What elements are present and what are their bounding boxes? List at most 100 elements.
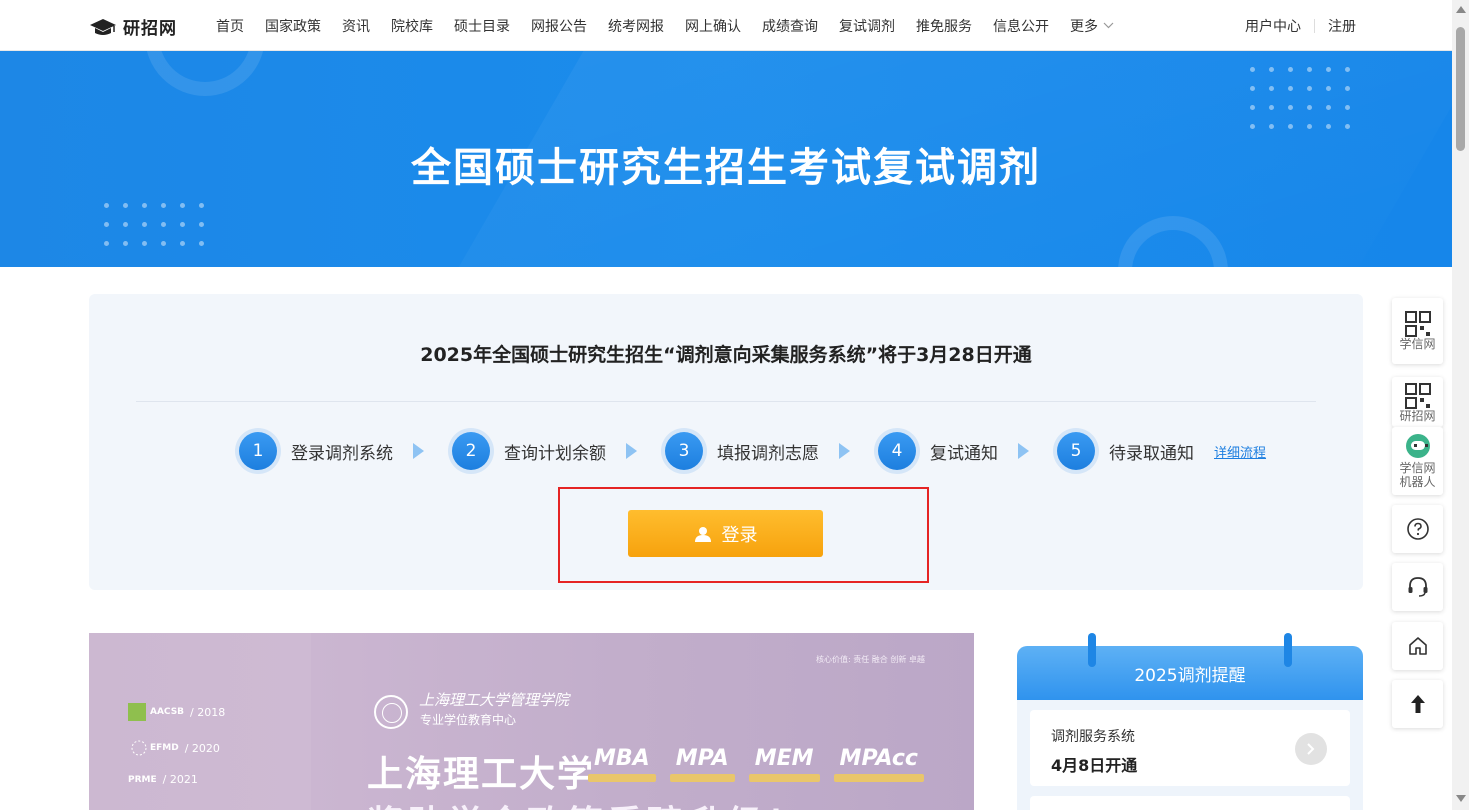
robot-icon [1405,433,1430,458]
adjustment-reminder-panel: 2025调剂提醒 调剂服务系统 4月8日开通 [1017,633,1363,810]
user-links: 用户中心 注册 [1245,0,1356,51]
pin-decoration [1088,633,1096,667]
step-label: 待录取通知 [1109,443,1194,464]
detailed-process-link[interactable]: 详细流程 [1214,442,1266,461]
school-ad-banner[interactable]: AACSB / 2018 EFMD / 2020 PRME / 2021 上海理… [89,633,974,810]
ad-programs: MBA MPA MEM MPAcc [588,746,944,782]
program-label: MPA [669,746,735,782]
program-label: MEM [748,746,820,782]
accreditation-item: PRME / 2021 [128,773,198,786]
step-number: 3 [665,432,703,470]
divider [136,401,1316,402]
help-button[interactable] [1392,505,1443,553]
user-center-link[interactable]: 用户中心 [1245,16,1301,36]
scrollbar-thumb[interactable] [1456,27,1465,151]
dot-pattern [104,203,204,246]
nav-item-recommendation[interactable]: 推免服务 [916,16,972,36]
pin-decoration [1284,633,1292,667]
reminder-title: 2025调剂提醒 [1134,665,1246,686]
ad-subline: 奖助学金政策重磅升级！ [367,795,807,810]
ad-left-panel [89,633,311,810]
arrow-right-icon [839,443,850,459]
university-seal-logo [374,695,408,729]
accreditation-item: EFMD / 2020 [128,739,220,757]
reminder-body: 调剂服务系统 4月8日开通 [1017,700,1363,810]
notice-card: 2025年全国硕士研究生招生“调剂意向采集服务系统”将于3月28日开通 1 登录… [89,294,1363,590]
reminder-item-title: 调剂服务系统 [1051,729,1135,745]
step-item: 5 待录取通知 [1053,428,1194,474]
login-button[interactable]: 登录 [628,510,823,557]
step-item: 1 登录调剂系统 [235,428,393,474]
customer-service-button[interactable] [1392,563,1443,611]
graduation-cap-icon [90,18,116,35]
step-label: 登录调剂系统 [291,443,393,464]
arrow-right-icon [1018,443,1029,459]
divider [1314,18,1315,33]
step-item: 4 复试通知 [874,428,998,474]
top-nav: 研招网 首页 国家政策 资讯 院校库 硕士目录 网报公告 统考网报 网上确认 成… [0,0,1452,51]
xuexin-label: 学信网 [1399,337,1436,351]
reminder-header: 2025调剂提醒 [1017,646,1363,700]
logo-text: 研招网 [123,19,177,39]
nav-more-dropdown[interactable]: 更多 [1070,16,1114,36]
nav-item-catalog[interactable]: 硕士目录 [454,16,510,36]
nav-item-online-confirmation[interactable]: 网上确认 [685,16,741,36]
site-logo[interactable]: 研招网 [89,14,177,39]
nav-more-label: 更多 [1070,18,1098,35]
nav-item-news[interactable]: 资讯 [342,16,370,36]
efmd-logo [131,740,147,756]
yanzhao-qr-button[interactable]: 研招网 [1392,377,1443,427]
accreditation-item: AACSB / 2018 [128,703,225,721]
banner-title: 全国硕士研究生招生考试复试调剂 [411,145,1041,191]
program-label: MPAcc [833,746,925,782]
chevron-down-icon [1103,22,1114,29]
nav-item-online-registration[interactable]: 统考网报 [608,16,664,36]
nav-item-disclosure[interactable]: 信息公开 [993,16,1049,36]
home-button[interactable] [1392,622,1443,670]
nav-item-adjustment[interactable]: 复试调剂 [839,16,895,36]
hero-banner: 全国硕士研究生招生考试复试调剂 [0,51,1452,267]
robot-button[interactable]: 学信网 机器人 [1392,427,1443,495]
ad-motto: 核心价值: 责任 融合 创新 卓越 [816,655,925,664]
qr-code-icon [1404,311,1431,337]
robot-label-line2: 机器人 [1399,474,1436,489]
nav-item-policy[interactable]: 国家政策 [265,16,321,36]
banner-decoration [145,51,265,96]
step-label: 查询计划余额 [504,443,606,464]
step-label: 复试通知 [930,443,998,464]
nav-item-announcements[interactable]: 网报公告 [531,16,587,36]
chevron-right-icon[interactable] [1295,733,1327,765]
aacsb-logo [128,703,146,721]
home-icon [1408,637,1427,655]
main-menu: 首页 国家政策 资讯 院校库 硕士目录 网报公告 统考网报 网上确认 成绩查询 … [216,0,1135,51]
nav-item-schools[interactable]: 院校库 [391,16,433,36]
back-to-top-button[interactable] [1392,680,1443,728]
step-number: 1 [239,432,277,470]
scroll-up-arrow-icon[interactable] [1456,6,1466,13]
step-number: 5 [1057,432,1095,470]
dot-pattern [1250,67,1350,129]
ad-center-name: 专业学位教育中心 [420,713,517,727]
question-icon [1406,518,1429,540]
arrow-up-icon [1410,695,1425,713]
reminder-item-date: 4月8日开通 [1051,756,1138,775]
step-item: 3 填报调剂志愿 [661,428,819,474]
program-label: MBA [588,746,656,782]
arrow-right-icon [413,443,424,459]
xuexin-qr-button[interactable]: 学信网 [1392,298,1443,364]
yanzhao-label: 研招网 [1399,409,1436,423]
ad-headline: 上海理工大学 [367,754,596,795]
nav-item-score-query[interactable]: 成绩查询 [762,16,818,36]
page-scrollbar[interactable] [1452,0,1469,810]
robot-label-line1: 学信网 [1399,460,1436,475]
step-label: 填报调剂志愿 [717,443,819,464]
login-label: 登录 [721,524,758,546]
scroll-down-arrow-icon[interactable] [1456,795,1466,802]
step-number: 2 [452,432,490,470]
user-icon [694,526,711,542]
register-link[interactable]: 注册 [1328,16,1356,36]
reminder-item[interactable]: 调剂服务系统 4月8日开通 [1030,710,1350,786]
reminder-item[interactable] [1030,796,1350,810]
nav-item-home[interactable]: 首页 [216,16,244,36]
qr-code-icon [1404,383,1431,409]
